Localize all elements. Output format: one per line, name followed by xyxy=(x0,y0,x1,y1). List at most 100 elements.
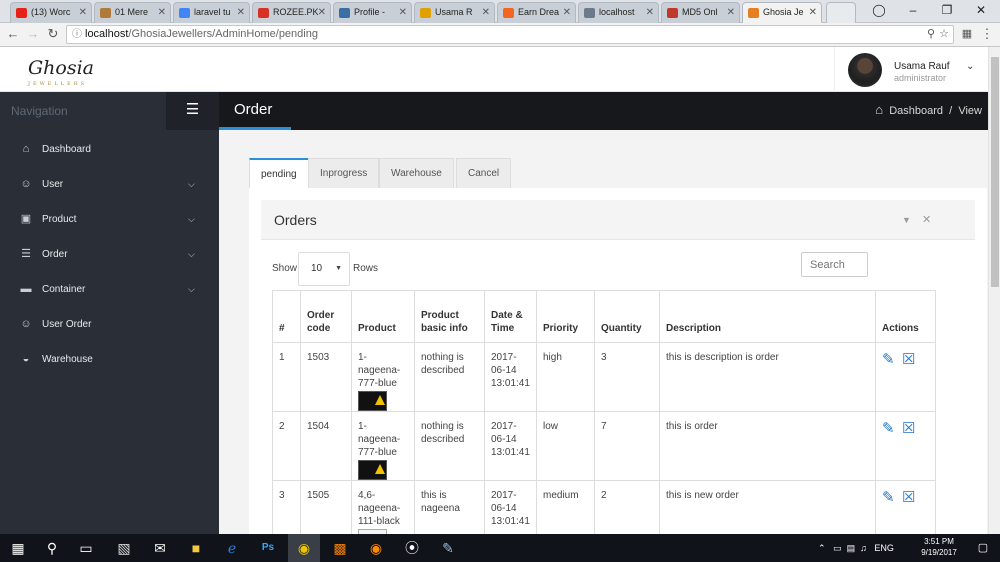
notifications-icon[interactable]: ▢ xyxy=(968,534,998,562)
volume-icon[interactable]: ♫ xyxy=(860,543,867,553)
col-header[interactable]: Product xyxy=(351,290,415,343)
language-indicator[interactable]: ENG xyxy=(874,543,894,553)
paint-icon[interactable]: ✎ xyxy=(432,534,464,562)
delete-icon[interactable]: ☒ xyxy=(902,489,920,507)
browser-tab[interactable]: Usama R ✕ xyxy=(414,2,495,23)
sidebar-item-user-order[interactable]: ☺ User Order xyxy=(0,307,219,342)
hamburger-menu-icon[interactable]: ☰ xyxy=(166,92,219,130)
tab-pending[interactable]: pending xyxy=(249,158,309,188)
browser-tab[interactable]: ROZEE.PK ✕ xyxy=(252,2,331,23)
close-tab-icon[interactable]: ✕ xyxy=(482,3,490,22)
col-header[interactable]: Date & Time xyxy=(484,290,537,343)
search-input[interactable] xyxy=(801,252,868,277)
mail-icon[interactable]: ✉ xyxy=(144,534,176,562)
battery-icon[interactable]: ▭ xyxy=(833,543,842,553)
search-icon[interactable]: ⚲ xyxy=(36,534,68,562)
product-thumbnail[interactable] xyxy=(358,391,387,411)
photoshop-icon[interactable]: Ps xyxy=(252,534,284,562)
close-tab-icon[interactable]: ✕ xyxy=(727,3,735,22)
close-tab-icon[interactable]: ✕ xyxy=(237,3,245,22)
store-icon[interactable]: ▧ xyxy=(108,534,140,562)
delete-icon[interactable]: ☒ xyxy=(902,420,920,438)
tray-arrow-icon[interactable]: ⌃ xyxy=(818,543,826,553)
bookmark-star-icon[interactable]: ☆ xyxy=(939,26,949,43)
sidebar-item-dashboard[interactable]: ⌂ Dashboard xyxy=(0,132,219,167)
delete-icon[interactable]: ☒ xyxy=(902,351,920,369)
edit-icon[interactable]: ✎ xyxy=(882,489,900,507)
restore-button[interactable]: ❐ xyxy=(930,0,964,22)
edit-icon[interactable]: ✎ xyxy=(882,420,900,438)
logo[interactable]: Ghosia JEWELLERS xyxy=(28,57,94,87)
cell-info-text: nothing is described xyxy=(421,352,465,376)
sidebar-item-user[interactable]: ☺ User ⌵ xyxy=(0,167,219,202)
tab-cancel[interactable]: Cancel xyxy=(456,158,512,188)
file-explorer-icon[interactable]: ■ xyxy=(180,534,212,562)
sidebar-item-warehouse[interactable]: ◒ Warehouse xyxy=(0,342,219,377)
sidebar-item-container[interactable]: ▬ Container ⌵ xyxy=(0,272,219,307)
product-thumbnail[interactable] xyxy=(358,460,387,480)
profile-icon[interactable]: ◯ xyxy=(862,0,896,22)
cell-description-text: this is order xyxy=(666,421,718,432)
rows-per-page-select[interactable]: 10 ▼ xyxy=(298,252,350,286)
edge-icon[interactable]: ℯ xyxy=(216,534,248,562)
table-row[interactable]: 2 1504 1-nageena-777-blue nothing is descri… xyxy=(272,411,936,481)
col-header[interactable]: Product basic info xyxy=(414,290,485,343)
col-header[interactable]: # xyxy=(272,290,301,343)
tab-warehouse[interactable]: Warehouse xyxy=(379,158,454,188)
new-tab-button[interactable] xyxy=(826,2,856,23)
browser-tab[interactable]: Ghosia Je ✕ xyxy=(742,2,822,23)
breadcrumb-dashboard[interactable]: Dashboard xyxy=(889,105,943,117)
browser-tab[interactable]: laravel tu ✕ xyxy=(173,2,250,23)
close-tab-icon[interactable]: ✕ xyxy=(318,3,326,22)
home-icon[interactable]: ⌂ xyxy=(875,102,883,117)
network-icon[interactable]: ▤ xyxy=(847,543,856,553)
chrome-menu-icon[interactable]: ⋮ xyxy=(978,25,996,43)
table-row[interactable]: 1 1503 1-nageena-777-blue nothing is descri… xyxy=(272,342,936,412)
tab-inprogress[interactable]: Inprogress xyxy=(308,158,380,188)
product-icon: ▣ xyxy=(20,213,32,225)
close-tab-icon[interactable]: ✕ xyxy=(158,3,166,22)
sidebar-item-product[interactable]: ▣ Product ⌵ xyxy=(0,202,219,237)
close-tab-icon[interactable]: ✕ xyxy=(563,3,571,22)
address-bar[interactable]: ⓘ localhost/GhosiaJewellers/AdminHome/pe… xyxy=(66,25,954,44)
chevron-down-icon[interactable]: ⌄ xyxy=(966,61,974,72)
col-header[interactable]: Description xyxy=(659,290,876,343)
close-tab-icon[interactable]: ✕ xyxy=(809,3,817,22)
browser-tab[interactable]: 01 Mere ✕ xyxy=(94,2,171,23)
col-header[interactable]: Priority xyxy=(536,290,595,343)
info-icon[interactable]: ⓘ xyxy=(72,26,82,43)
table-row[interactable]: 3 1505 4,6-nageena-111-black this is nageen… xyxy=(272,480,936,534)
close-tab-icon[interactable]: ✕ xyxy=(646,3,654,22)
user-menu[interactable]: Usama Rauf administrator ⌄ xyxy=(834,47,988,92)
back-icon[interactable]: ← xyxy=(4,25,22,43)
sublime-icon[interactable]: ▩ xyxy=(324,534,356,562)
forward-icon[interactable]: → xyxy=(24,25,42,43)
page-scrollbar[interactable] xyxy=(988,47,1000,534)
scrollbar-thumb[interactable] xyxy=(991,57,999,287)
browser-tab[interactable]: Profile - ✕ xyxy=(333,2,412,23)
col-header[interactable]: Order code xyxy=(300,290,352,343)
browser-tab[interactable]: MD5 Onl ✕ xyxy=(661,2,740,23)
extension-icon[interactable]: ▦ xyxy=(958,25,976,43)
browser-tab[interactable]: Earn Drea ✕ xyxy=(497,2,576,23)
clock[interactable]: 3:51 PM 9/19/2017 xyxy=(919,536,959,558)
close-tab-icon[interactable]: ✕ xyxy=(399,3,407,22)
sidebar-item-order[interactable]: ☰ Order ⌵ xyxy=(0,237,219,272)
chrome-icon[interactable]: ◉ xyxy=(288,534,320,562)
minimize-button[interactable]: – xyxy=(896,0,930,22)
browser-tab[interactable]: (13) Worc ✕ xyxy=(10,2,92,23)
user-icon: ☺ xyxy=(20,318,32,330)
close-window-button[interactable]: ✕ xyxy=(964,0,998,22)
edit-icon[interactable]: ✎ xyxy=(882,351,900,369)
task-view-icon[interactable]: ▭ xyxy=(70,534,102,562)
firefox-icon[interactable]: ◉ xyxy=(360,534,392,562)
close-icon[interactable]: ✕ xyxy=(922,200,931,240)
reload-icon[interactable]: ↻ xyxy=(44,25,62,43)
browser-tab[interactable]: localhost ✕ xyxy=(578,2,659,23)
close-tab-icon[interactable]: ✕ xyxy=(79,3,87,22)
col-header[interactable]: Quantity xyxy=(594,290,660,343)
key-icon[interactable]: ⚲ xyxy=(927,26,935,43)
collapse-icon[interactable]: ▼ xyxy=(902,200,911,240)
app-icon[interactable]: ⦿ xyxy=(396,534,428,562)
windows-start-icon[interactable]: ▦ xyxy=(2,534,34,562)
